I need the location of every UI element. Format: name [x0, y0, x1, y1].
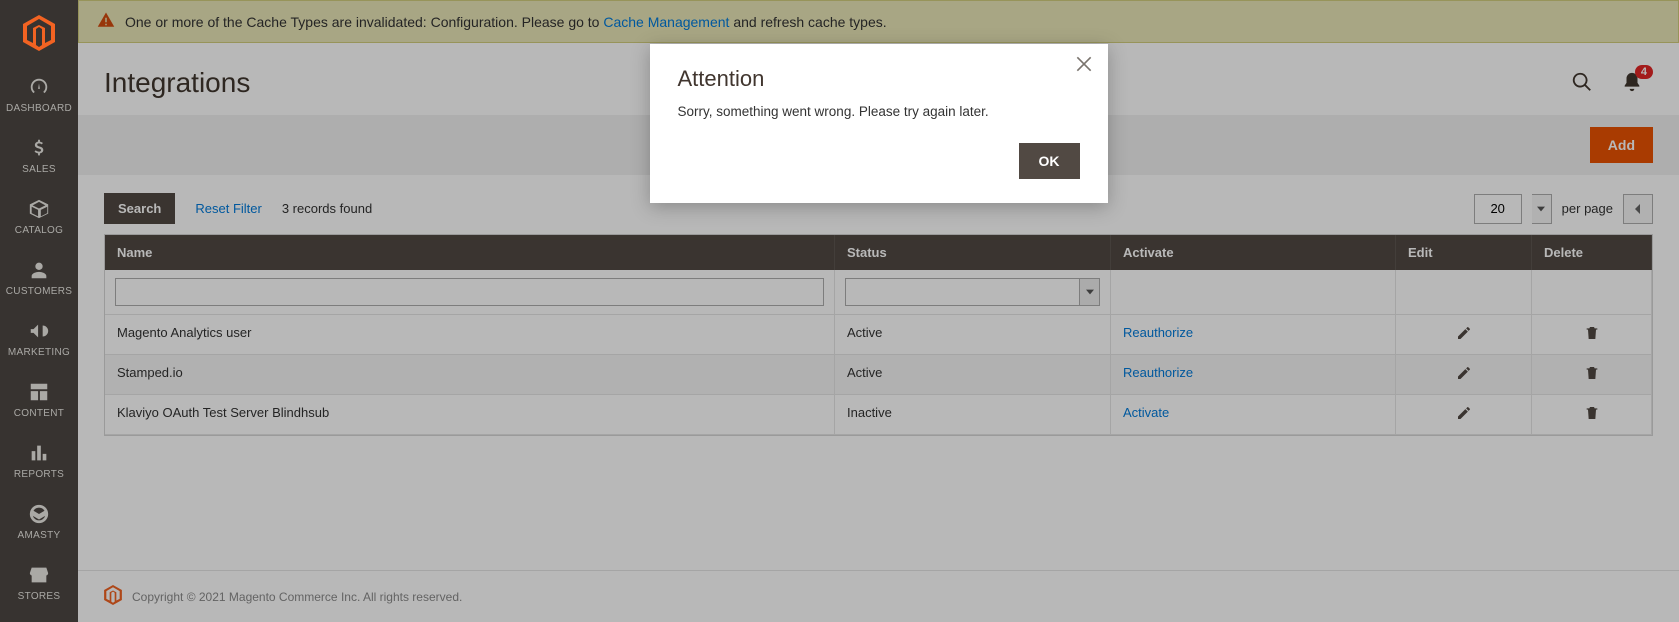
bars-icon	[28, 441, 50, 465]
modal-ok-button[interactable]: OK	[1019, 143, 1080, 179]
nav-catalog[interactable]: CATALOG	[0, 187, 78, 248]
amasty-icon	[28, 502, 50, 526]
nav-label: MARKETING	[8, 347, 70, 358]
nav-reports[interactable]: REPORTS	[0, 431, 78, 492]
gauge-icon	[28, 75, 50, 99]
nav-sales[interactable]: SALES	[0, 126, 78, 187]
nav-content[interactable]: CONTENT	[0, 370, 78, 431]
modal-close-button[interactable]	[1074, 54, 1094, 77]
attention-modal: Attention Sorry, something went wrong. P…	[650, 44, 1108, 203]
modal-title: Attention	[678, 66, 1080, 92]
nav-marketing[interactable]: MARKETING	[0, 309, 78, 370]
storefront-icon	[28, 563, 50, 587]
nav-label: SALES	[22, 164, 56, 175]
person-icon	[28, 258, 50, 282]
sidebar: DASHBOARD SALES CATALOG CUSTOMERS MARKET…	[0, 0, 78, 622]
modal-body-text: Sorry, something went wrong. Please try …	[678, 104, 1080, 119]
megaphone-icon	[28, 319, 50, 343]
nav-label: STORES	[18, 591, 61, 602]
nav-label: CUSTOMERS	[6, 286, 72, 297]
layout-icon	[28, 380, 50, 404]
dollar-icon	[28, 136, 50, 160]
box-icon	[28, 197, 50, 221]
nav-label: REPORTS	[14, 469, 64, 480]
nav-stores[interactable]: STORES	[0, 553, 78, 614]
nav-customers[interactable]: CUSTOMERS	[0, 248, 78, 309]
nav-label: CONTENT	[14, 408, 64, 419]
nav-label: DASHBOARD	[6, 103, 72, 114]
nav-dashboard[interactable]: DASHBOARD	[0, 65, 78, 126]
nav-label: CATALOG	[15, 225, 63, 236]
close-icon	[1074, 54, 1094, 74]
magento-logo[interactable]	[0, 0, 78, 65]
nav-amasty[interactable]: AMASTY	[0, 492, 78, 553]
nav-label: AMASTY	[18, 530, 61, 541]
main-content: One or more of the Cache Types are inval…	[78, 0, 1679, 622]
modal-overlay: Attention Sorry, something went wrong. P…	[78, 0, 1679, 622]
